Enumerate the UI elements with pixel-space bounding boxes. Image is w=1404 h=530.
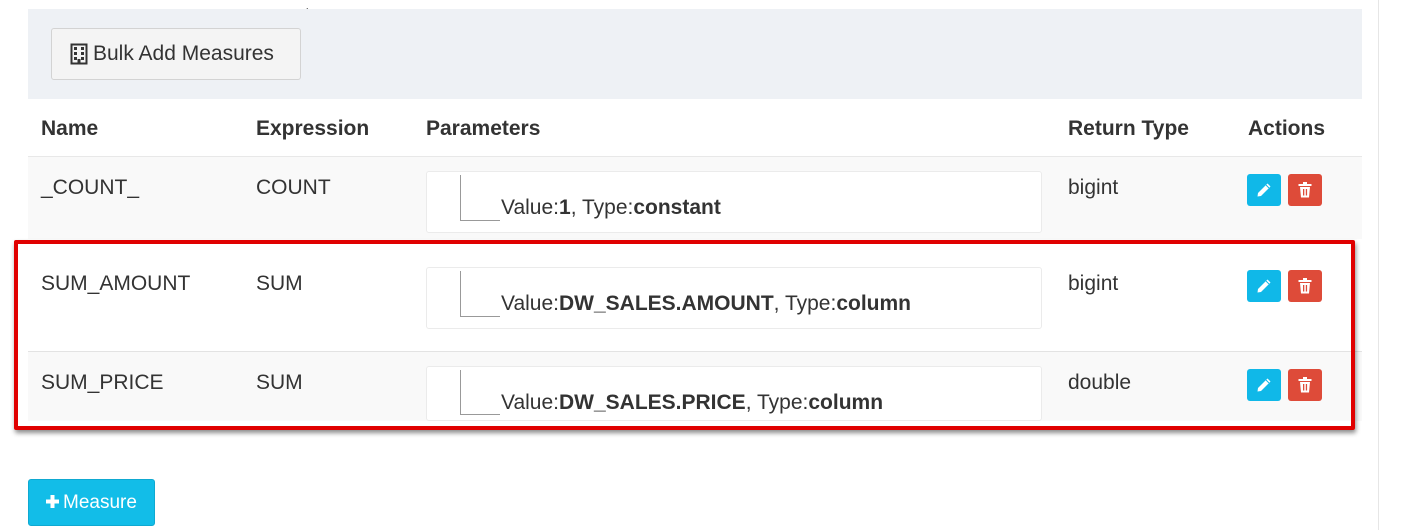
measure-name: SUM_PRICE [41, 371, 164, 394]
param-type-label: , Type: [570, 196, 634, 219]
parameter-node: Value:1, Type:constant [501, 196, 721, 220]
measure-expression: COUNT [256, 176, 331, 199]
add-measure-button[interactable]: Measure [28, 479, 155, 526]
mouse-cursor-icon [305, 0, 315, 13]
pencil-icon [1257, 183, 1271, 197]
return-type: double [1068, 371, 1132, 394]
tree-connector-vertical [460, 175, 461, 221]
delete-measure-button[interactable] [1288, 174, 1322, 206]
measure-name: _COUNT_ [41, 176, 140, 199]
tree-connector-horizontal [460, 316, 500, 317]
trash-icon [1298, 278, 1312, 294]
delete-measure-button[interactable] [1288, 270, 1322, 302]
column-header-return-type: Return Type [1068, 117, 1189, 140]
parameters-tree: Value:DW_SALES.PRICE, Type:column [426, 366, 1042, 421]
table-row: SUM_PRICE SUM Value:DW_SALES.PRICE, Type… [28, 352, 1362, 421]
plus-icon [46, 491, 60, 514]
param-type-label: , Type: [773, 292, 837, 315]
trash-icon [1298, 182, 1312, 198]
bulk-add-measures-label: Bulk Add Measures [93, 42, 274, 65]
trash-icon [1298, 377, 1312, 393]
column-header-parameters: Parameters [426, 117, 541, 140]
measures-toolbar: Bulk Add Measures [28, 9, 1362, 99]
page-right-border [1378, 0, 1379, 530]
delete-measure-button[interactable] [1288, 369, 1322, 401]
param-value: DW_SALES.PRICE [559, 391, 746, 414]
tree-connector-horizontal [460, 220, 500, 221]
add-measure-label: Measure [63, 491, 137, 513]
param-type: constant [633, 196, 721, 219]
param-value: 1 [559, 196, 571, 219]
tree-connector-vertical [460, 271, 461, 317]
bulk-add-measures-button[interactable]: Bulk Add Measures [51, 28, 301, 80]
tree-connector-horizontal [460, 414, 500, 415]
measure-expression: SUM [256, 272, 303, 295]
parameter-node: Value:DW_SALES.PRICE, Type:column [501, 391, 883, 415]
table-header: Name Expression Parameters Return Type A… [28, 99, 1362, 157]
param-value-label: Value: [501, 391, 559, 414]
edit-measure-button[interactable] [1247, 369, 1281, 401]
param-value-label: Value: [501, 196, 559, 219]
parameters-tree: Value:1, Type:constant [426, 171, 1042, 233]
tree-connector-vertical [460, 370, 461, 415]
column-header-expression: Expression [256, 117, 370, 140]
edit-measure-button[interactable] [1247, 270, 1281, 302]
param-value: DW_SALES.AMOUNT [559, 292, 774, 315]
param-type-label: , Type: [745, 391, 809, 414]
pencil-icon [1257, 279, 1271, 293]
measures-panel: Bulk Add Measures Name Expression Parame… [28, 9, 1362, 421]
pencil-icon [1257, 378, 1271, 392]
measure-name: SUM_AMOUNT [41, 272, 191, 295]
parameter-node: Value:DW_SALES.AMOUNT, Type:column [501, 292, 911, 316]
table-row: SUM_AMOUNT SUM Value:DW_SALES.AMOUNT, Ty… [28, 253, 1362, 352]
return-type: bigint [1068, 272, 1119, 295]
param-type: column [808, 391, 884, 414]
table-row: _COUNT_ COUNT Value:1, Type:constant big… [28, 157, 1362, 239]
building-icon [70, 43, 88, 65]
column-header-actions: Actions [1248, 117, 1326, 140]
parameters-tree: Value:DW_SALES.AMOUNT, Type:column [426, 267, 1042, 329]
param-type: column [836, 292, 911, 315]
measure-expression: SUM [256, 371, 303, 394]
return-type: bigint [1068, 176, 1119, 199]
edit-measure-button[interactable] [1247, 174, 1281, 206]
column-header-name: Name [41, 117, 99, 140]
param-value-label: Value: [501, 292, 559, 315]
